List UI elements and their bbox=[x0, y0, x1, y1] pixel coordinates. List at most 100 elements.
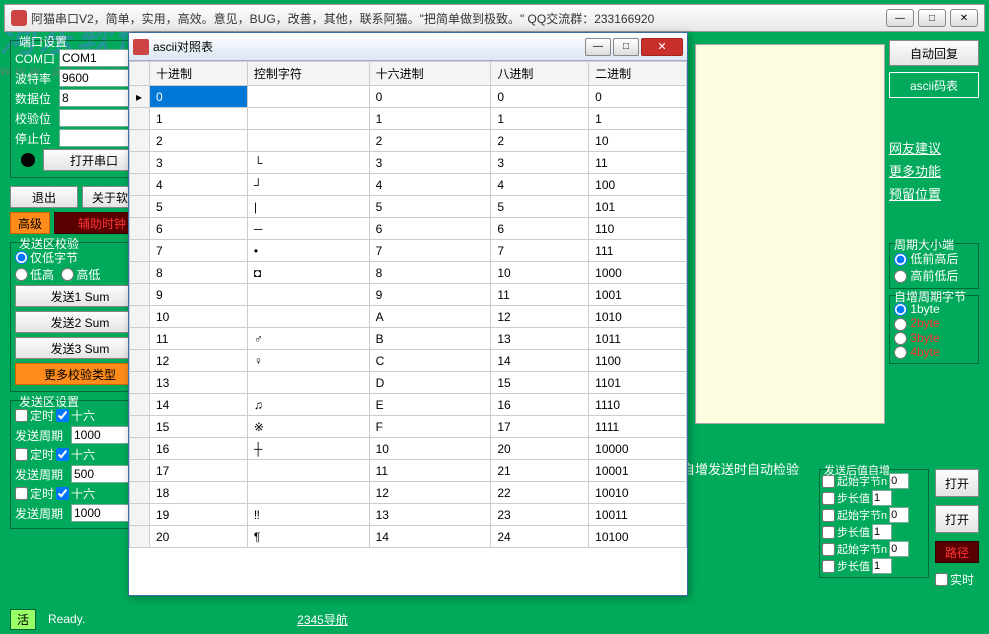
grid-cell[interactable]: 6 bbox=[150, 218, 248, 240]
grid-cell[interactable]: ♀ bbox=[247, 350, 369, 372]
grid-cell[interactable]: 3 bbox=[369, 152, 491, 174]
table-row[interactable]: 4┘44100 bbox=[130, 174, 687, 196]
grid-cell[interactable]: C bbox=[369, 350, 491, 372]
grid-cell[interactable]: 22 bbox=[491, 482, 589, 504]
grid-cell[interactable]: • bbox=[247, 240, 369, 262]
ascii-grid[interactable]: 十进制控制字符十六进制八进制二进制 ▸00001111222103└33114┘… bbox=[129, 61, 687, 595]
grid-cell[interactable]: 12 bbox=[491, 306, 589, 328]
grid-cell[interactable]: 1 bbox=[589, 108, 687, 130]
dialog-maximize-button[interactable]: □ bbox=[613, 38, 639, 56]
grid-cell[interactable]: A bbox=[369, 306, 491, 328]
grid-cell[interactable]: 7 bbox=[150, 240, 248, 262]
table-row[interactable]: 1111 bbox=[130, 108, 687, 130]
table-row[interactable]: 14♫E161110 bbox=[130, 394, 687, 416]
grid-cell[interactable]: B bbox=[369, 328, 491, 350]
high-first-radio[interactable] bbox=[894, 270, 907, 283]
grid-cell[interactable]: 1110 bbox=[589, 394, 687, 416]
grid-cell[interactable]: 10 bbox=[150, 306, 248, 328]
advanced-button[interactable]: 高级 bbox=[10, 212, 50, 234]
minimize-button[interactable]: — bbox=[886, 9, 914, 27]
grid-cell[interactable]: 1011 bbox=[589, 328, 687, 350]
close-button[interactable]: ✕ bbox=[950, 9, 978, 27]
incbyte-radio-2[interactable] bbox=[894, 332, 907, 345]
maximize-button[interactable]: □ bbox=[918, 9, 946, 27]
inc-step-check-0[interactable] bbox=[822, 492, 835, 505]
grid-cell[interactable]: 110 bbox=[589, 218, 687, 240]
grid-cell[interactable]: 1100 bbox=[589, 350, 687, 372]
grid-header[interactable]: 十六进制 bbox=[369, 62, 491, 86]
dialog-close-button[interactable]: ✕ bbox=[641, 38, 683, 56]
grid-cell[interactable]: 6 bbox=[369, 218, 491, 240]
grid-cell[interactable]: ─ bbox=[247, 218, 369, 240]
timed-check-1[interactable] bbox=[15, 448, 28, 461]
incbyte-radio-3[interactable] bbox=[894, 346, 907, 359]
inc-step-input-2[interactable] bbox=[872, 558, 892, 574]
grid-header[interactable]: 控制字符 bbox=[247, 62, 369, 86]
grid-cell[interactable]: 1 bbox=[491, 108, 589, 130]
grid-cell[interactable]: 16 bbox=[150, 438, 248, 460]
grid-cell[interactable]: 10 bbox=[369, 438, 491, 460]
table-row[interactable]: 3└3311 bbox=[130, 152, 687, 174]
grid-cell[interactable]: 19 bbox=[150, 504, 248, 526]
grid-cell[interactable]: 13 bbox=[150, 372, 248, 394]
table-row[interactable]: 22210 bbox=[130, 130, 687, 152]
grid-cell[interactable] bbox=[247, 372, 369, 394]
table-row[interactable]: 20¶142410100 bbox=[130, 526, 687, 548]
auto-reply-button[interactable]: 自动回复 bbox=[889, 40, 979, 66]
grid-cell[interactable]: D bbox=[369, 372, 491, 394]
grid-cell[interactable]: 21 bbox=[491, 460, 589, 482]
grid-cell[interactable]: 10 bbox=[491, 262, 589, 284]
grid-cell[interactable]: 111 bbox=[589, 240, 687, 262]
inc-step-input-0[interactable] bbox=[872, 490, 892, 506]
table-row[interactable]: 17112110001 bbox=[130, 460, 687, 482]
inc-step-check-1[interactable] bbox=[822, 526, 835, 539]
grid-cell[interactable]: 0 bbox=[369, 86, 491, 108]
table-row[interactable]: 13D151101 bbox=[130, 372, 687, 394]
grid-cell[interactable] bbox=[247, 108, 369, 130]
realtime-check[interactable] bbox=[935, 573, 948, 586]
send3-button[interactable]: 发送3 Sum bbox=[15, 337, 145, 359]
grid-cell[interactable]: ┼ bbox=[247, 438, 369, 460]
grid-cell[interactable]: 7 bbox=[491, 240, 589, 262]
grid-cell[interactable]: 8 bbox=[150, 262, 248, 284]
grid-cell[interactable] bbox=[247, 284, 369, 306]
ascii-table-button[interactable]: ascii码表 bbox=[889, 72, 979, 98]
grid-cell[interactable]: ◘ bbox=[247, 262, 369, 284]
more-checksum-button[interactable]: 更多校验类型 bbox=[15, 363, 145, 385]
grid-cell[interactable] bbox=[247, 86, 369, 108]
inc-step-input-1[interactable] bbox=[872, 524, 892, 540]
lowbyte-only-radio[interactable] bbox=[15, 251, 28, 264]
right-link-2[interactable]: 预留位置 bbox=[889, 184, 979, 203]
grid-cell[interactable]: 11 bbox=[491, 284, 589, 306]
path-button[interactable]: 路径 bbox=[935, 541, 979, 563]
grid-cell[interactable]: ‼ bbox=[247, 504, 369, 526]
grid-cell[interactable]: 0 bbox=[589, 86, 687, 108]
grid-cell[interactable]: 10001 bbox=[589, 460, 687, 482]
grid-cell[interactable]: 20 bbox=[491, 438, 589, 460]
grid-cell[interactable]: 15 bbox=[150, 416, 248, 438]
grid-cell[interactable]: 13 bbox=[369, 504, 491, 526]
hex-check-2[interactable] bbox=[56, 487, 69, 500]
low-first-radio[interactable] bbox=[894, 253, 907, 266]
grid-cell[interactable]: 15 bbox=[491, 372, 589, 394]
dialog-minimize-button[interactable]: — bbox=[585, 38, 611, 56]
grid-cell[interactable]: 1001 bbox=[589, 284, 687, 306]
grid-cell[interactable]: 17 bbox=[491, 416, 589, 438]
table-row[interactable]: 18122210010 bbox=[130, 482, 687, 504]
inc-start-check-1[interactable] bbox=[822, 509, 835, 522]
grid-cell[interactable]: 1111 bbox=[589, 416, 687, 438]
grid-cell[interactable]: 5 bbox=[150, 196, 248, 218]
grid-cell[interactable]: 11 bbox=[150, 328, 248, 350]
grid-cell[interactable]: 14 bbox=[491, 350, 589, 372]
grid-cell[interactable]: 1 bbox=[150, 108, 248, 130]
grid-cell[interactable] bbox=[247, 130, 369, 152]
table-row[interactable]: 15※F171111 bbox=[130, 416, 687, 438]
table-row[interactable]: 19‼132310011 bbox=[130, 504, 687, 526]
nav-link[interactable]: 2345导航 bbox=[297, 611, 348, 628]
grid-cell[interactable]: 9 bbox=[369, 284, 491, 306]
grid-cell[interactable]: 0 bbox=[491, 86, 589, 108]
right-link-0[interactable]: 网友建议 bbox=[889, 138, 979, 157]
grid-cell[interactable]: F bbox=[369, 416, 491, 438]
grid-cell[interactable]: 10 bbox=[589, 130, 687, 152]
grid-cell[interactable]: 9 bbox=[150, 284, 248, 306]
